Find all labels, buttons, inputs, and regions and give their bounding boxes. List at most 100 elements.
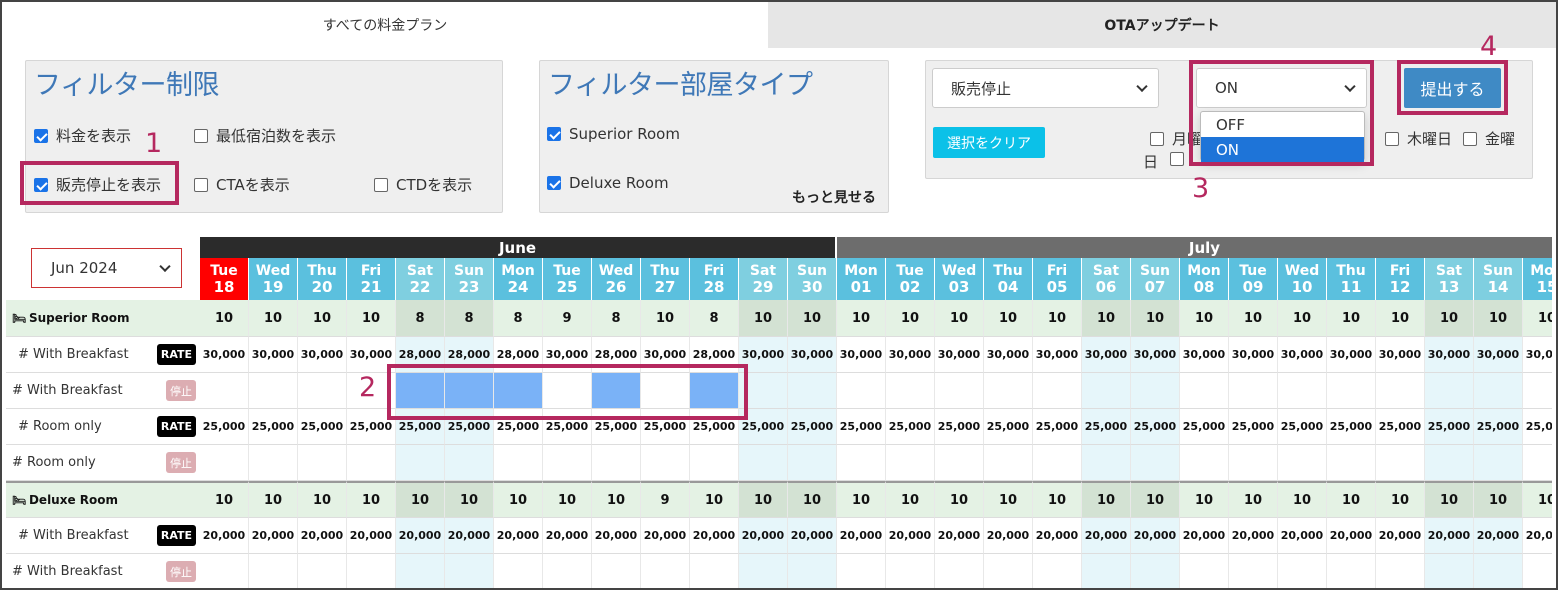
rate-cell[interactable]: 25,000: [1033, 409, 1082, 445]
rate-badge[interactable]: RATE: [156, 416, 196, 437]
rate-cell[interactable]: 25,000: [1474, 409, 1523, 445]
rate-badge[interactable]: RATE: [156, 344, 196, 365]
rate-cell[interactable]: 25,000: [494, 409, 543, 445]
rate-cell[interactable]: 20,000: [1327, 518, 1376, 554]
rate-cell[interactable]: 30,000: [1278, 337, 1327, 373]
stop-sell-cell[interactable]: [494, 373, 543, 409]
rate-cell[interactable]: 30,000: [1082, 337, 1131, 373]
rate-badge[interactable]: RATE: [156, 525, 196, 546]
rate-cell[interactable]: 25,000: [249, 409, 298, 445]
show-rate-checkbox[interactable]: 料金を表示: [34, 125, 131, 146]
stop-sell-cell[interactable]: [249, 373, 298, 409]
inventory-cell[interactable]: 10: [1474, 481, 1523, 518]
inventory-cell[interactable]: 10: [347, 300, 396, 337]
stop-sell-cell[interactable]: [1180, 445, 1229, 481]
rate-cell[interactable]: 30,000: [641, 337, 690, 373]
stop-sell-cell[interactable]: [592, 554, 641, 590]
stop-sell-cell[interactable]: [200, 445, 249, 481]
stop-sell-cell[interactable]: [935, 554, 984, 590]
inventory-cell[interactable]: 10: [298, 481, 347, 518]
stop-sell-cell[interactable]: [886, 445, 935, 481]
rate-cell[interactable]: 25,000: [543, 409, 592, 445]
rate-cell[interactable]: 25,000: [886, 409, 935, 445]
stop-sell-cell[interactable]: [788, 445, 837, 481]
inventory-cell[interactable]: 10: [1278, 481, 1327, 518]
stop-sell-cell[interactable]: [1523, 445, 1552, 481]
rate-cell[interactable]: 28,000: [445, 337, 494, 373]
inventory-cell[interactable]: 10: [1425, 300, 1474, 337]
stop-sell-cell[interactable]: [1474, 373, 1523, 409]
inventory-cell[interactable]: 10: [739, 481, 788, 518]
rate-cell[interactable]: 30,000: [543, 337, 592, 373]
stop-sell-cell[interactable]: [935, 373, 984, 409]
stop-sell-cell[interactable]: [445, 554, 494, 590]
stop-sell-cell[interactable]: [1523, 373, 1552, 409]
stop-sell-cell[interactable]: [984, 554, 1033, 590]
rate-cell[interactable]: 25,000: [396, 409, 445, 445]
stop-sell-cell[interactable]: [739, 554, 788, 590]
rate-cell[interactable]: 20,000: [494, 518, 543, 554]
rate-cell[interactable]: 25,000: [1229, 409, 1278, 445]
rate-cell[interactable]: 20,000: [837, 518, 886, 554]
stop-sell-cell[interactable]: [1376, 445, 1425, 481]
stop-sell-cell[interactable]: [690, 373, 739, 409]
stop-sell-cell[interactable]: [445, 445, 494, 481]
stop-sell-cell[interactable]: [1131, 373, 1180, 409]
rate-cell[interactable]: 25,000: [739, 409, 788, 445]
rate-cell[interactable]: 20,000: [347, 518, 396, 554]
checkbox-checked-icon[interactable]: [547, 176, 561, 190]
stop-sell-cell[interactable]: [886, 554, 935, 590]
rate-cell[interactable]: 25,000: [690, 409, 739, 445]
rate-cell[interactable]: 25,000: [984, 409, 1033, 445]
inventory-cell[interactable]: 10: [1180, 481, 1229, 518]
rate-cell[interactable]: 20,000: [396, 518, 445, 554]
inventory-cell[interactable]: 10: [1131, 300, 1180, 337]
rate-cell[interactable]: 20,000: [1033, 518, 1082, 554]
rate-cell[interactable]: 25,000: [200, 409, 249, 445]
stop-sell-cell[interactable]: [298, 373, 347, 409]
stop-sell-cell[interactable]: [249, 445, 298, 481]
checkbox-icon[interactable]: [194, 177, 208, 192]
inventory-cell[interactable]: 10: [837, 300, 886, 337]
stop-sell-cell[interactable]: [347, 554, 396, 590]
rate-cell[interactable]: 20,000: [445, 518, 494, 554]
rate-cell[interactable]: 30,000: [1229, 337, 1278, 373]
rate-cell[interactable]: 20,000: [1229, 518, 1278, 554]
rate-cell[interactable]: 25,000: [1523, 409, 1552, 445]
monday-checkbox[interactable]: 月曜: [1150, 128, 1202, 149]
inventory-cell[interactable]: 10: [543, 481, 592, 518]
stop-sell-cell[interactable]: [739, 373, 788, 409]
inventory-cell[interactable]: 10: [984, 481, 1033, 518]
rate-cell[interactable]: 30,000: [347, 337, 396, 373]
submit-button[interactable]: 提出する: [1404, 68, 1501, 108]
rate-cell[interactable]: 20,000: [984, 518, 1033, 554]
inventory-cell[interactable]: 10: [200, 300, 249, 337]
inventory-cell[interactable]: 10: [249, 481, 298, 518]
inventory-cell[interactable]: 10: [1523, 300, 1552, 337]
stop-sell-cell[interactable]: [200, 373, 249, 409]
superior-room-checkbox[interactable]: Superior Room: [547, 125, 680, 143]
rate-cell[interactable]: 20,000: [1523, 518, 1552, 554]
update-type-select[interactable]: 販売停止: [932, 68, 1159, 108]
stop-sell-cell[interactable]: [1327, 554, 1376, 590]
stop-sell-cell[interactable]: [200, 554, 249, 590]
stop-sell-cell[interactable]: [788, 373, 837, 409]
rate-cell[interactable]: 20,000: [739, 518, 788, 554]
stop-sell-cell[interactable]: [886, 373, 935, 409]
stop-sell-cell[interactable]: [1082, 373, 1131, 409]
inventory-cell[interactable]: 10: [984, 300, 1033, 337]
checkbox-icon[interactable]: [1385, 131, 1399, 146]
stop-sell-cell[interactable]: [1131, 554, 1180, 590]
rate-cell[interactable]: 25,000: [592, 409, 641, 445]
rate-cell[interactable]: 25,000: [445, 409, 494, 445]
update-value-select[interactable]: ON: [1196, 68, 1367, 108]
show-ctd-checkbox[interactable]: CTDを表示: [374, 174, 472, 195]
stop-sell-cell[interactable]: [690, 445, 739, 481]
stop-sell-cell[interactable]: [298, 445, 347, 481]
stop-sell-cell[interactable]: [249, 554, 298, 590]
stop-sell-cell[interactable]: [935, 445, 984, 481]
rate-cell[interactable]: 20,000: [1376, 518, 1425, 554]
stop-sell-cell[interactable]: [641, 445, 690, 481]
rate-cell[interactable]: 25,000: [837, 409, 886, 445]
stop-sell-cell[interactable]: [1376, 554, 1425, 590]
